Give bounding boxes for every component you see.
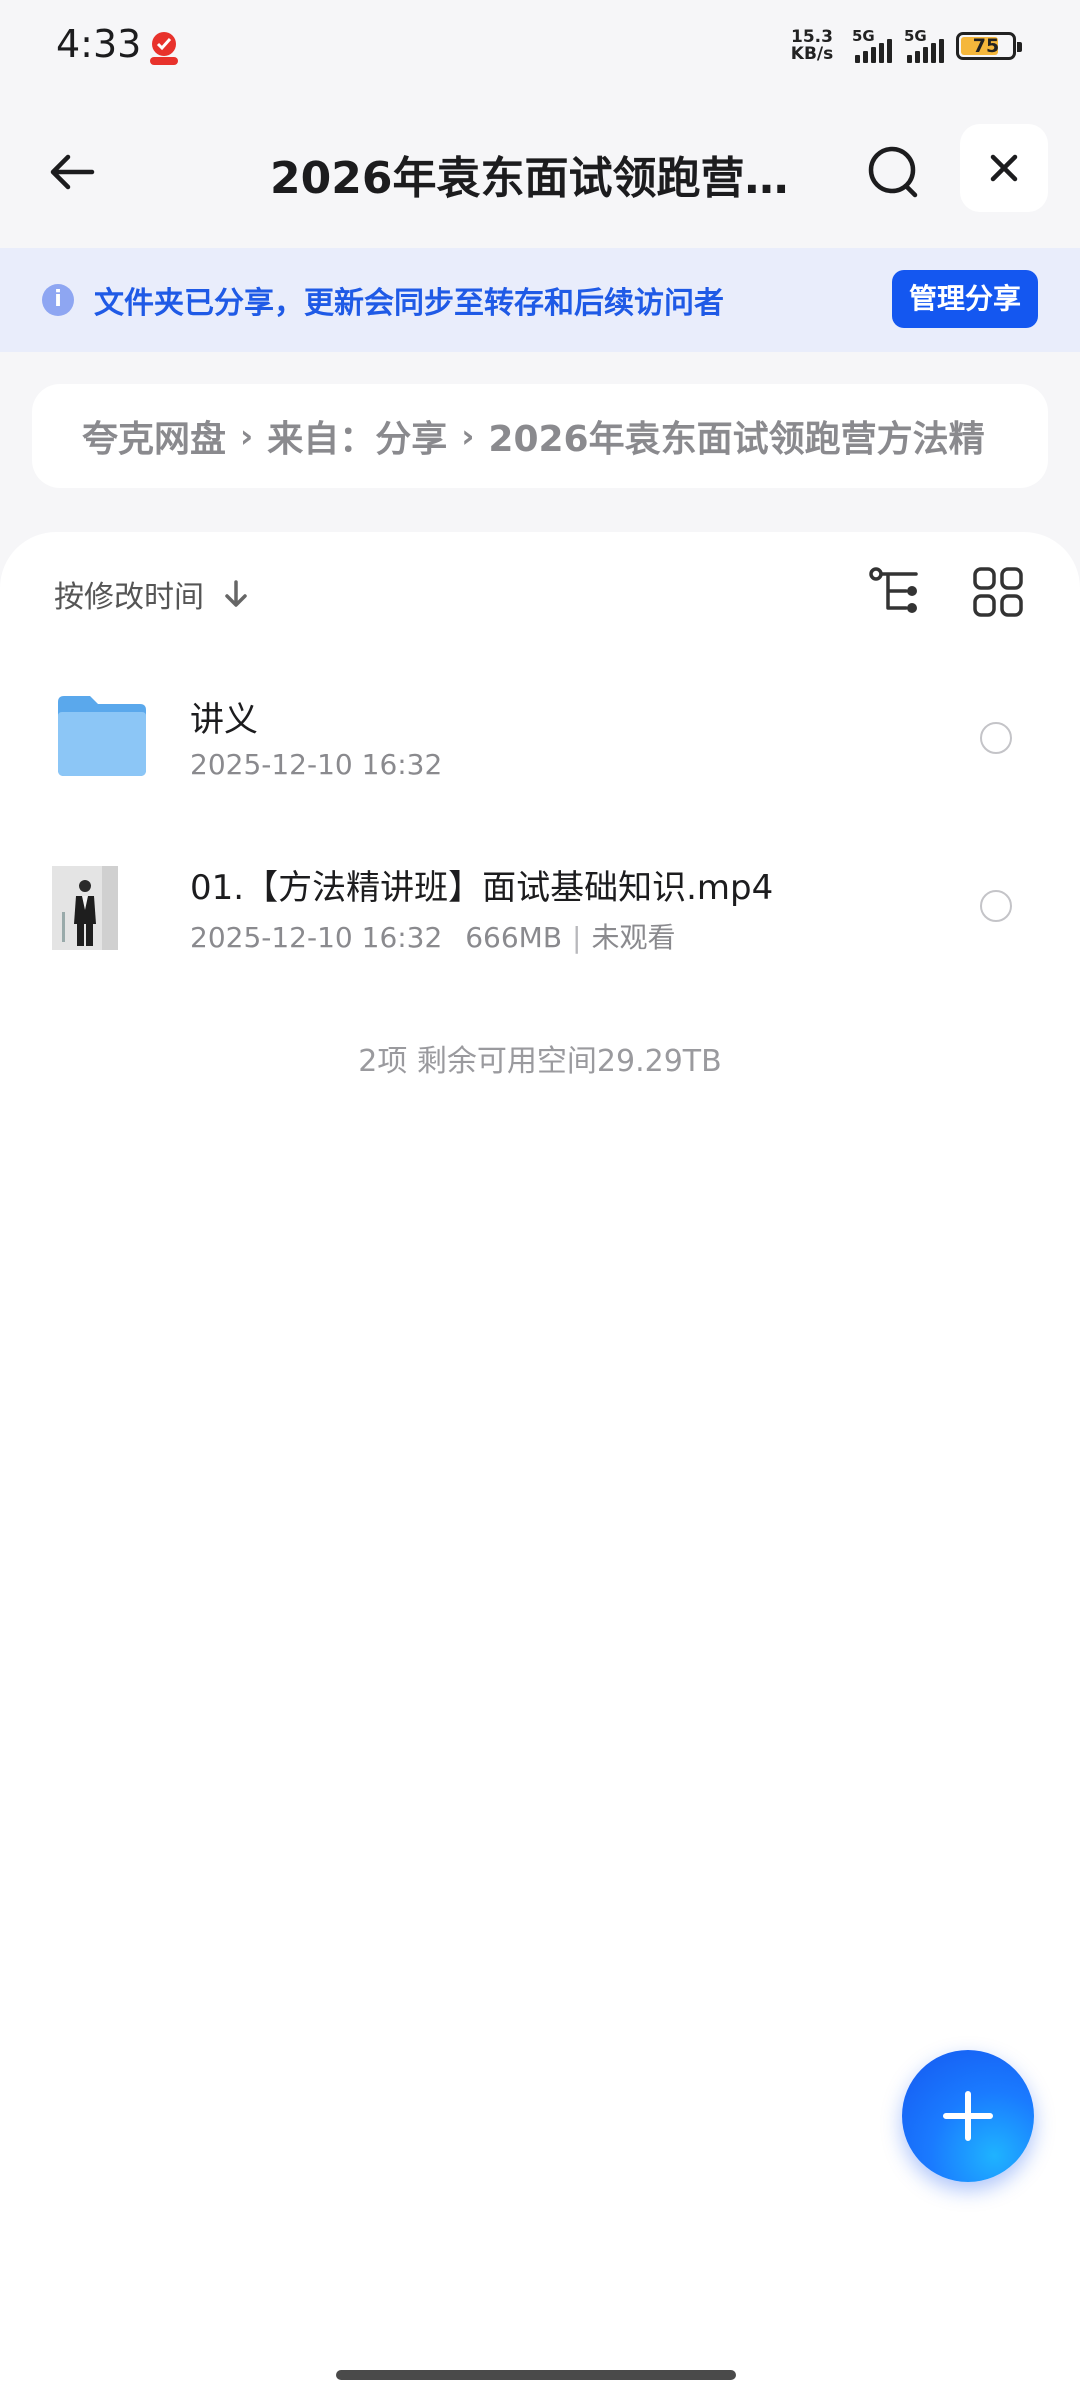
arrow-left-icon	[50, 154, 95, 190]
folder-tree-icon[interactable]	[866, 562, 926, 622]
close-button[interactable]	[960, 124, 1048, 212]
file-name: 讲义	[190, 700, 258, 740]
breadcrumb-item-root[interactable]: 夸克网盘	[82, 410, 226, 462]
page-title: 2026年袁东面试领跑营方法精讲班	[270, 153, 800, 204]
network-speed: 15.3 KB/s	[784, 29, 840, 63]
signal-2-label: 5G	[904, 27, 927, 45]
select-checkbox[interactable]	[980, 890, 1012, 922]
close-icon	[990, 154, 1018, 182]
grid-view-icon[interactable]	[972, 566, 1024, 618]
manage-share-button[interactable]: 管理分享	[892, 270, 1038, 328]
breadcrumb-separator: ›	[461, 417, 475, 455]
signal-1-icon: 5G	[852, 27, 892, 63]
file-size: 666MB	[465, 921, 563, 954]
arrow-down-icon	[225, 580, 247, 607]
share-notice-text: 文件夹已分享，更新会同步至转存和后续访问者	[94, 286, 724, 321]
file-name: 01.【方法精讲班】面试基础知识.mp4	[190, 868, 774, 908]
file-row-folder[interactable]: 讲义 2025-12-10 16:32	[0, 662, 1080, 812]
sort-label: 按修改时间	[54, 580, 204, 615]
select-checkbox[interactable]	[980, 722, 1012, 754]
file-date: 2025-12-10 16:32	[190, 921, 443, 954]
battery-icon: 75	[956, 32, 1022, 60]
info-icon: i	[42, 284, 74, 316]
network-speed-unit: KB/s	[790, 44, 834, 64]
plus-icon	[943, 2091, 993, 2141]
file-meta: 2025-12-10 16:32	[190, 748, 442, 781]
breadcrumb-separator: ›	[240, 417, 254, 455]
share-notice-banner: i 文件夹已分享，更新会同步至转存和后续访问者 管理分享	[0, 248, 1080, 352]
storage-summary: 2项 剩余可用空间29.29TB	[358, 1044, 722, 1079]
breadcrumb: 夸克网盘 › 来自：分享 › 2026年袁东面试领跑营方法精	[32, 384, 1048, 488]
search-icon	[868, 146, 918, 198]
signal-2-icon: 5G	[904, 27, 944, 63]
notification-app-icon	[150, 32, 178, 65]
file-row-video[interactable]: 01.【方法精讲班】面试基础知识.mp4 2025-12-10 16:32 66…	[0, 830, 1080, 980]
title-bar: 2026年袁东面试领跑营方法精讲班	[0, 120, 1080, 220]
home-indicator[interactable]	[336, 2370, 736, 2380]
back-button[interactable]	[40, 140, 104, 204]
sort-button[interactable]: 按修改时间	[54, 572, 250, 616]
signal-1-label: 5G	[852, 27, 875, 45]
breadcrumb-item-current: 2026年袁东面试领跑营方法精	[488, 419, 985, 460]
file-date: 2025-12-10 16:32	[190, 748, 443, 781]
status-time: 4:33	[56, 22, 142, 66]
status-bar: 4:33 15.3 KB/s 5G 5G 75	[0, 0, 1080, 92]
add-button[interactable]	[902, 2050, 1034, 2182]
status-indicators: 15.3 KB/s 5G 5G 75	[784, 24, 1022, 68]
meta-separator: |	[572, 921, 582, 954]
video-thumbnail	[52, 866, 118, 950]
file-meta: 2025-12-10 16:32 666MB | 未观看	[190, 916, 676, 956]
folder-icon	[58, 696, 146, 776]
breadcrumb-item-shared[interactable]: 来自：分享	[267, 410, 447, 462]
battery-percent: 75	[972, 35, 1000, 57]
search-button[interactable]	[860, 138, 930, 208]
watch-status: 未观看	[591, 921, 676, 954]
